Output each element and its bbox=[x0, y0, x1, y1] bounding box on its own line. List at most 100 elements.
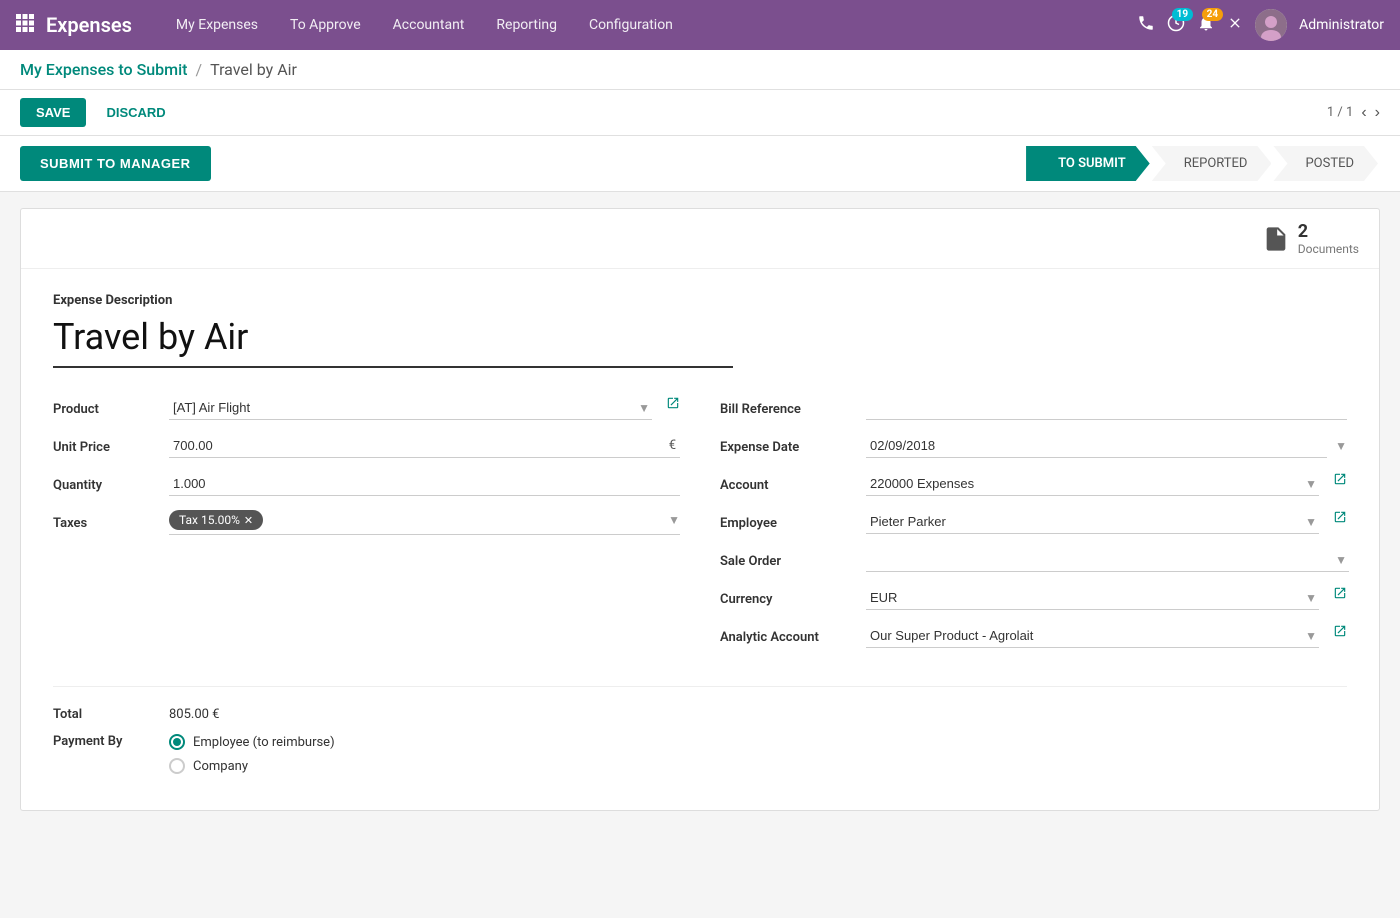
currency-select[interactable]: EUR bbox=[866, 586, 1319, 610]
status-step-posted: POSTED bbox=[1273, 146, 1378, 181]
payment-row: Payment By Employee (to reimburse) Compa… bbox=[53, 734, 1347, 774]
unit-price-input[interactable] bbox=[169, 434, 680, 458]
payment-employee-radio[interactable] bbox=[169, 734, 185, 750]
username-label: Administrator bbox=[1299, 17, 1384, 33]
analytic-account-external-link-icon[interactable] bbox=[1333, 624, 1347, 642]
topnav-right: 19 24 Administrator bbox=[1137, 9, 1384, 41]
account-external-link-icon[interactable] bbox=[1333, 472, 1347, 490]
status-step-reported: REPORTED bbox=[1152, 146, 1272, 181]
sale-order-select[interactable] bbox=[866, 548, 1349, 572]
quantity-input[interactable] bbox=[169, 472, 680, 496]
menu-configuration[interactable]: Configuration bbox=[575, 11, 687, 39]
status-steps: TO SUBMIT REPORTED POSTED bbox=[1026, 146, 1380, 181]
payment-options: Employee (to reimburse) Company bbox=[169, 734, 335, 774]
total-label: Total bbox=[53, 707, 153, 722]
action-bar: SAVE DISCARD 1 / 1 ‹ › bbox=[0, 90, 1400, 136]
avatar[interactable] bbox=[1255, 9, 1287, 41]
expense-date-row: Expense Date ▼ bbox=[720, 434, 1347, 458]
form-left: Product [AT] Air Flight ▼ bbox=[53, 396, 680, 662]
account-control: 220000 Expenses ▼ bbox=[866, 472, 1317, 496]
status-bar: SUBMIT TO MANAGER TO SUBMIT REPORTED POS… bbox=[0, 136, 1400, 192]
form-right: Bill Reference Expense Date ▼ bbox=[720, 396, 1347, 662]
sale-order-control: ▼ bbox=[866, 548, 1347, 572]
sale-order-label: Sale Order bbox=[720, 548, 850, 569]
status-step-to-submit: TO SUBMIT bbox=[1026, 146, 1150, 181]
product-control: [AT] Air Flight ▼ bbox=[169, 396, 650, 420]
notification-badge: 24 bbox=[1202, 8, 1223, 21]
taxes-row: Taxes Tax 15.00% ✕ ▼ bbox=[53, 510, 680, 535]
payment-employee-option[interactable]: Employee (to reimburse) bbox=[169, 734, 335, 750]
tax-tag-label: Tax 15.00% bbox=[179, 513, 240, 527]
payment-company-radio[interactable] bbox=[169, 758, 185, 774]
bill-ref-label: Bill Reference bbox=[720, 396, 850, 417]
bill-ref-control bbox=[866, 396, 1347, 420]
form-grid: Product [AT] Air Flight ▼ bbox=[53, 396, 1347, 662]
breadcrumb-current: Travel by Air bbox=[210, 60, 297, 79]
top-navigation: Expenses My Expenses To Approve Accounta… bbox=[0, 0, 1400, 50]
phone-icon[interactable] bbox=[1137, 14, 1155, 37]
card-body: Expense Description Travel by Air Produc… bbox=[21, 269, 1379, 810]
quantity-label: Quantity bbox=[53, 472, 153, 493]
unit-price-label: Unit Price bbox=[53, 434, 153, 455]
payment-company-label: Company bbox=[193, 759, 248, 774]
bill-ref-row: Bill Reference bbox=[720, 396, 1347, 420]
expense-date-control: ▼ bbox=[866, 434, 1347, 458]
discard-button[interactable]: DISCARD bbox=[98, 98, 173, 127]
taxes-label: Taxes bbox=[53, 510, 153, 531]
tax-tag-remove[interactable]: ✕ bbox=[244, 514, 253, 527]
expense-title[interactable]: Travel by Air bbox=[53, 316, 733, 368]
unit-price-row: Unit Price € bbox=[53, 434, 680, 458]
menu-reporting[interactable]: Reporting bbox=[482, 11, 571, 39]
taxes-control: Tax 15.00% ✕ ▼ bbox=[169, 510, 680, 535]
documents-widget[interactable]: 2 Documents bbox=[1262, 221, 1359, 256]
pagination: 1 / 1 ‹ › bbox=[1327, 104, 1380, 122]
main-menu: My Expenses To Approve Accountant Report… bbox=[162, 11, 1137, 39]
currency-external-link-icon[interactable] bbox=[1333, 586, 1347, 604]
breadcrumb-bar: My Expenses to Submit / Travel by Air bbox=[0, 50, 1400, 90]
documents-count: 2 bbox=[1298, 221, 1359, 242]
bill-ref-input[interactable] bbox=[866, 396, 1347, 420]
notification-icon[interactable]: 24 bbox=[1197, 14, 1215, 37]
close-icon[interactable] bbox=[1227, 15, 1243, 36]
expense-date-dropdown-arrow: ▼ bbox=[1335, 439, 1347, 453]
expense-date-input[interactable] bbox=[866, 434, 1327, 458]
expense-card: 2 Documents Expense Description Travel b… bbox=[20, 208, 1380, 811]
payment-company-option[interactable]: Company bbox=[169, 758, 335, 774]
currency-row: Currency EUR ▼ bbox=[720, 586, 1347, 610]
employee-external-link-icon[interactable] bbox=[1333, 510, 1347, 528]
analytic-account-row: Analytic Account Our Super Product - Agr… bbox=[720, 624, 1347, 648]
analytic-account-label: Analytic Account bbox=[720, 624, 850, 645]
pagination-next[interactable]: › bbox=[1375, 104, 1380, 122]
account-select[interactable]: 220000 Expenses bbox=[866, 472, 1319, 496]
currency-control: EUR ▼ bbox=[866, 586, 1317, 610]
expense-desc-label: Expense Description bbox=[53, 293, 1347, 308]
grid-icon[interactable] bbox=[16, 14, 34, 36]
save-button[interactable]: SAVE bbox=[20, 98, 86, 127]
account-label: Account bbox=[720, 472, 850, 493]
taxes-dropdown-arrow[interactable]: ▼ bbox=[668, 513, 680, 527]
product-row: Product [AT] Air Flight ▼ bbox=[53, 396, 680, 420]
menu-to-approve[interactable]: To Approve bbox=[276, 11, 375, 39]
menu-accountant[interactable]: Accountant bbox=[379, 11, 479, 39]
total-value: 805.00 € bbox=[169, 707, 220, 722]
product-select[interactable]: [AT] Air Flight bbox=[169, 396, 652, 420]
app-brand: Expenses bbox=[46, 13, 132, 37]
employee-select[interactable]: Pieter Parker bbox=[866, 510, 1319, 534]
breadcrumb: My Expenses to Submit / Travel by Air bbox=[20, 60, 297, 79]
total-row: Total 805.00 € bbox=[53, 707, 1347, 722]
quantity-control bbox=[169, 472, 680, 496]
product-external-link-icon[interactable] bbox=[666, 396, 680, 414]
unit-price-suffix: € bbox=[669, 438, 676, 453]
sale-order-row: Sale Order ▼ bbox=[720, 548, 1347, 572]
breadcrumb-parent[interactable]: My Expenses to Submit bbox=[20, 60, 188, 79]
menu-my-expenses[interactable]: My Expenses bbox=[162, 11, 272, 39]
employee-label: Employee bbox=[720, 510, 850, 531]
currency-label: Currency bbox=[720, 586, 850, 607]
submit-to-manager-button[interactable]: SUBMIT TO MANAGER bbox=[20, 146, 211, 181]
activity-icon[interactable]: 19 bbox=[1167, 14, 1185, 37]
pagination-prev[interactable]: ‹ bbox=[1361, 104, 1366, 122]
tax-tag: Tax 15.00% ✕ bbox=[169, 510, 263, 530]
account-row: Account 220000 Expenses ▼ bbox=[720, 472, 1347, 496]
documents-label: Documents bbox=[1298, 242, 1359, 256]
analytic-account-select[interactable]: Our Super Product - Agrolait bbox=[866, 624, 1319, 648]
